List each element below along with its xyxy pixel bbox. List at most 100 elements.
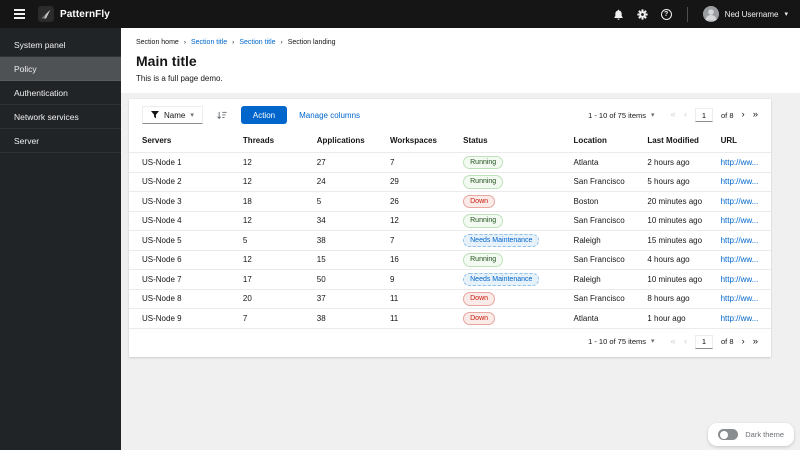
cell-workspaces: 26 [381,191,456,212]
user-menu[interactable]: Ned Username ▾ [702,6,788,22]
breadcrumb-link[interactable]: Section title [239,39,275,46]
next-page-button[interactable]: › [742,337,745,347]
next-page-button[interactable]: › [742,110,745,120]
toggle-knob [719,430,728,439]
cell-threads: 18 [234,191,309,212]
nav-toggle-hamburger-icon[interactable] [12,6,27,22]
last-page-button[interactable]: » [753,110,758,120]
first-page-button[interactable]: « [671,110,676,120]
page-count-label: of 8 [721,337,734,346]
url-link[interactable]: http://ww... [721,255,759,264]
page-number-input[interactable] [695,334,714,349]
pagination-caret-icon: ▾ [651,111,655,119]
content-section: Name ▾ Action Manage columns 1 - 10 of 7… [121,93,800,450]
cell-url: http://ww... [712,191,771,212]
cell-server: US-Node 6 [129,250,235,270]
column-header-url[interactable]: URL [712,130,771,153]
cell-threads: 20 [234,289,309,309]
first-page-button[interactable]: « [671,337,676,347]
table-row: US-Node 5 5 38 7 Needs Maintenance Ralei… [129,230,771,251]
cell-server: US-Node 7 [129,269,235,290]
cell-last-modified: 10 minutes ago [639,211,713,231]
user-menu-caret-icon: ▾ [784,10,788,18]
table-card: Name ▾ Action Manage columns 1 - 10 of 7… [129,99,771,357]
filter-funnel-icon [151,111,159,119]
last-page-button[interactable]: » [753,337,758,347]
sort-button[interactable] [215,109,229,122]
column-header-threads[interactable]: Threads [234,130,309,153]
status-badge: Down [463,194,496,208]
cell-server: US-Node 3 [129,191,235,212]
cell-threads: 12 [234,250,309,270]
page-number-input[interactable] [695,108,714,122]
column-header-status[interactable]: Status [455,130,566,153]
filter-dropdown-label: Name [164,110,186,120]
cell-applications: 37 [308,289,382,309]
cell-status: Down [455,191,566,212]
pagination-summary-dropdown[interactable]: 1 - 10 of 75 items ▾ [588,337,654,346]
action-button[interactable]: Action [240,106,288,124]
status-badge: Down [463,311,496,325]
url-link[interactable]: http://ww... [721,216,759,225]
cell-applications: 15 [308,250,382,270]
cell-url: http://ww... [712,250,771,270]
cell-last-modified: 1 hour ago [639,308,713,329]
column-header-workspaces[interactable]: Workspaces [381,130,456,153]
notifications-bell-icon[interactable] [613,9,624,20]
cell-status: Down [455,289,566,309]
column-header-location[interactable]: Location [565,130,640,153]
manage-columns-button[interactable]: Manage columns [299,111,360,120]
dark-theme-toggle[interactable] [718,429,739,440]
url-link[interactable]: http://ww... [721,314,759,323]
patternfly-logo-icon [38,6,54,22]
table-row: US-Node 3 18 5 26 Down Boston 20 minutes… [129,191,771,212]
sidebar-item-system-panel[interactable]: System panel [0,33,121,57]
cell-location: San Francisco [565,172,640,192]
url-link[interactable]: http://ww... [721,236,759,245]
column-header-applications[interactable]: Applications [308,130,382,153]
cell-url: http://ww... [712,211,771,231]
brand-logo[interactable]: PatternFly [38,6,110,22]
table-row: US-Node 8 20 37 11 Down San Francisco 8 … [129,289,771,309]
cell-location: Atlanta [565,152,640,173]
sidebar-item-network-services[interactable]: Network services [0,105,121,129]
cell-threads: 5 [234,230,309,251]
breadcrumb-chevron-icon: › [183,39,186,46]
breadcrumb-link[interactable]: Section title [191,39,227,46]
page-header: Section home › Section title › Section t… [121,28,800,93]
sidebar-item-policy[interactable]: Policy [0,57,121,81]
table-toolbar: Name ▾ Action Manage columns 1 - 10 of 7… [129,99,771,130]
sidebar-item-server[interactable]: Server [0,129,121,153]
url-link[interactable]: http://ww... [721,275,759,284]
cell-applications: 38 [308,230,382,251]
previous-page-button[interactable]: ‹ [684,337,687,347]
url-link[interactable]: http://ww... [721,177,759,186]
url-link[interactable]: http://ww... [721,158,759,167]
cell-last-modified: 15 minutes ago [639,230,713,251]
column-header-last-modified[interactable]: Last Modified [639,130,713,153]
previous-page-button[interactable]: ‹ [684,110,687,120]
status-badge: Running [463,214,504,228]
table-header-row: Servers Threads Applications Workspaces … [129,130,771,153]
filter-dropdown[interactable]: Name ▾ [142,106,203,124]
cell-threads: 12 [234,211,309,231]
cell-server: US-Node 9 [129,308,235,329]
pagination-bottom: 1 - 10 of 75 items ▾ « ‹ of 8 › » [588,334,758,349]
pagination-summary-dropdown[interactable]: 1 - 10 of 75 items ▾ [588,111,654,120]
cell-server: US-Node 4 [129,211,235,231]
cell-status: Running [455,152,566,173]
cell-threads: 12 [234,172,309,192]
cell-applications: 38 [308,308,382,329]
cell-status: Running [455,250,566,270]
pagination-caret-icon: ▾ [651,338,655,345]
column-header-servers[interactable]: Servers [129,130,235,153]
url-link[interactable]: http://ww... [721,197,759,206]
url-link[interactable]: http://ww... [721,294,759,303]
breadcrumb-chevron-icon: › [232,39,235,46]
help-question-icon[interactable]: ? [660,8,672,20]
settings-gear-icon[interactable] [637,8,648,20]
servers-table: Servers Threads Applications Workspaces … [129,130,771,329]
status-badge: Needs Maintenance [463,233,540,247]
sidebar-item-authentication[interactable]: Authentication [0,81,121,105]
status-badge: Running [463,175,504,189]
